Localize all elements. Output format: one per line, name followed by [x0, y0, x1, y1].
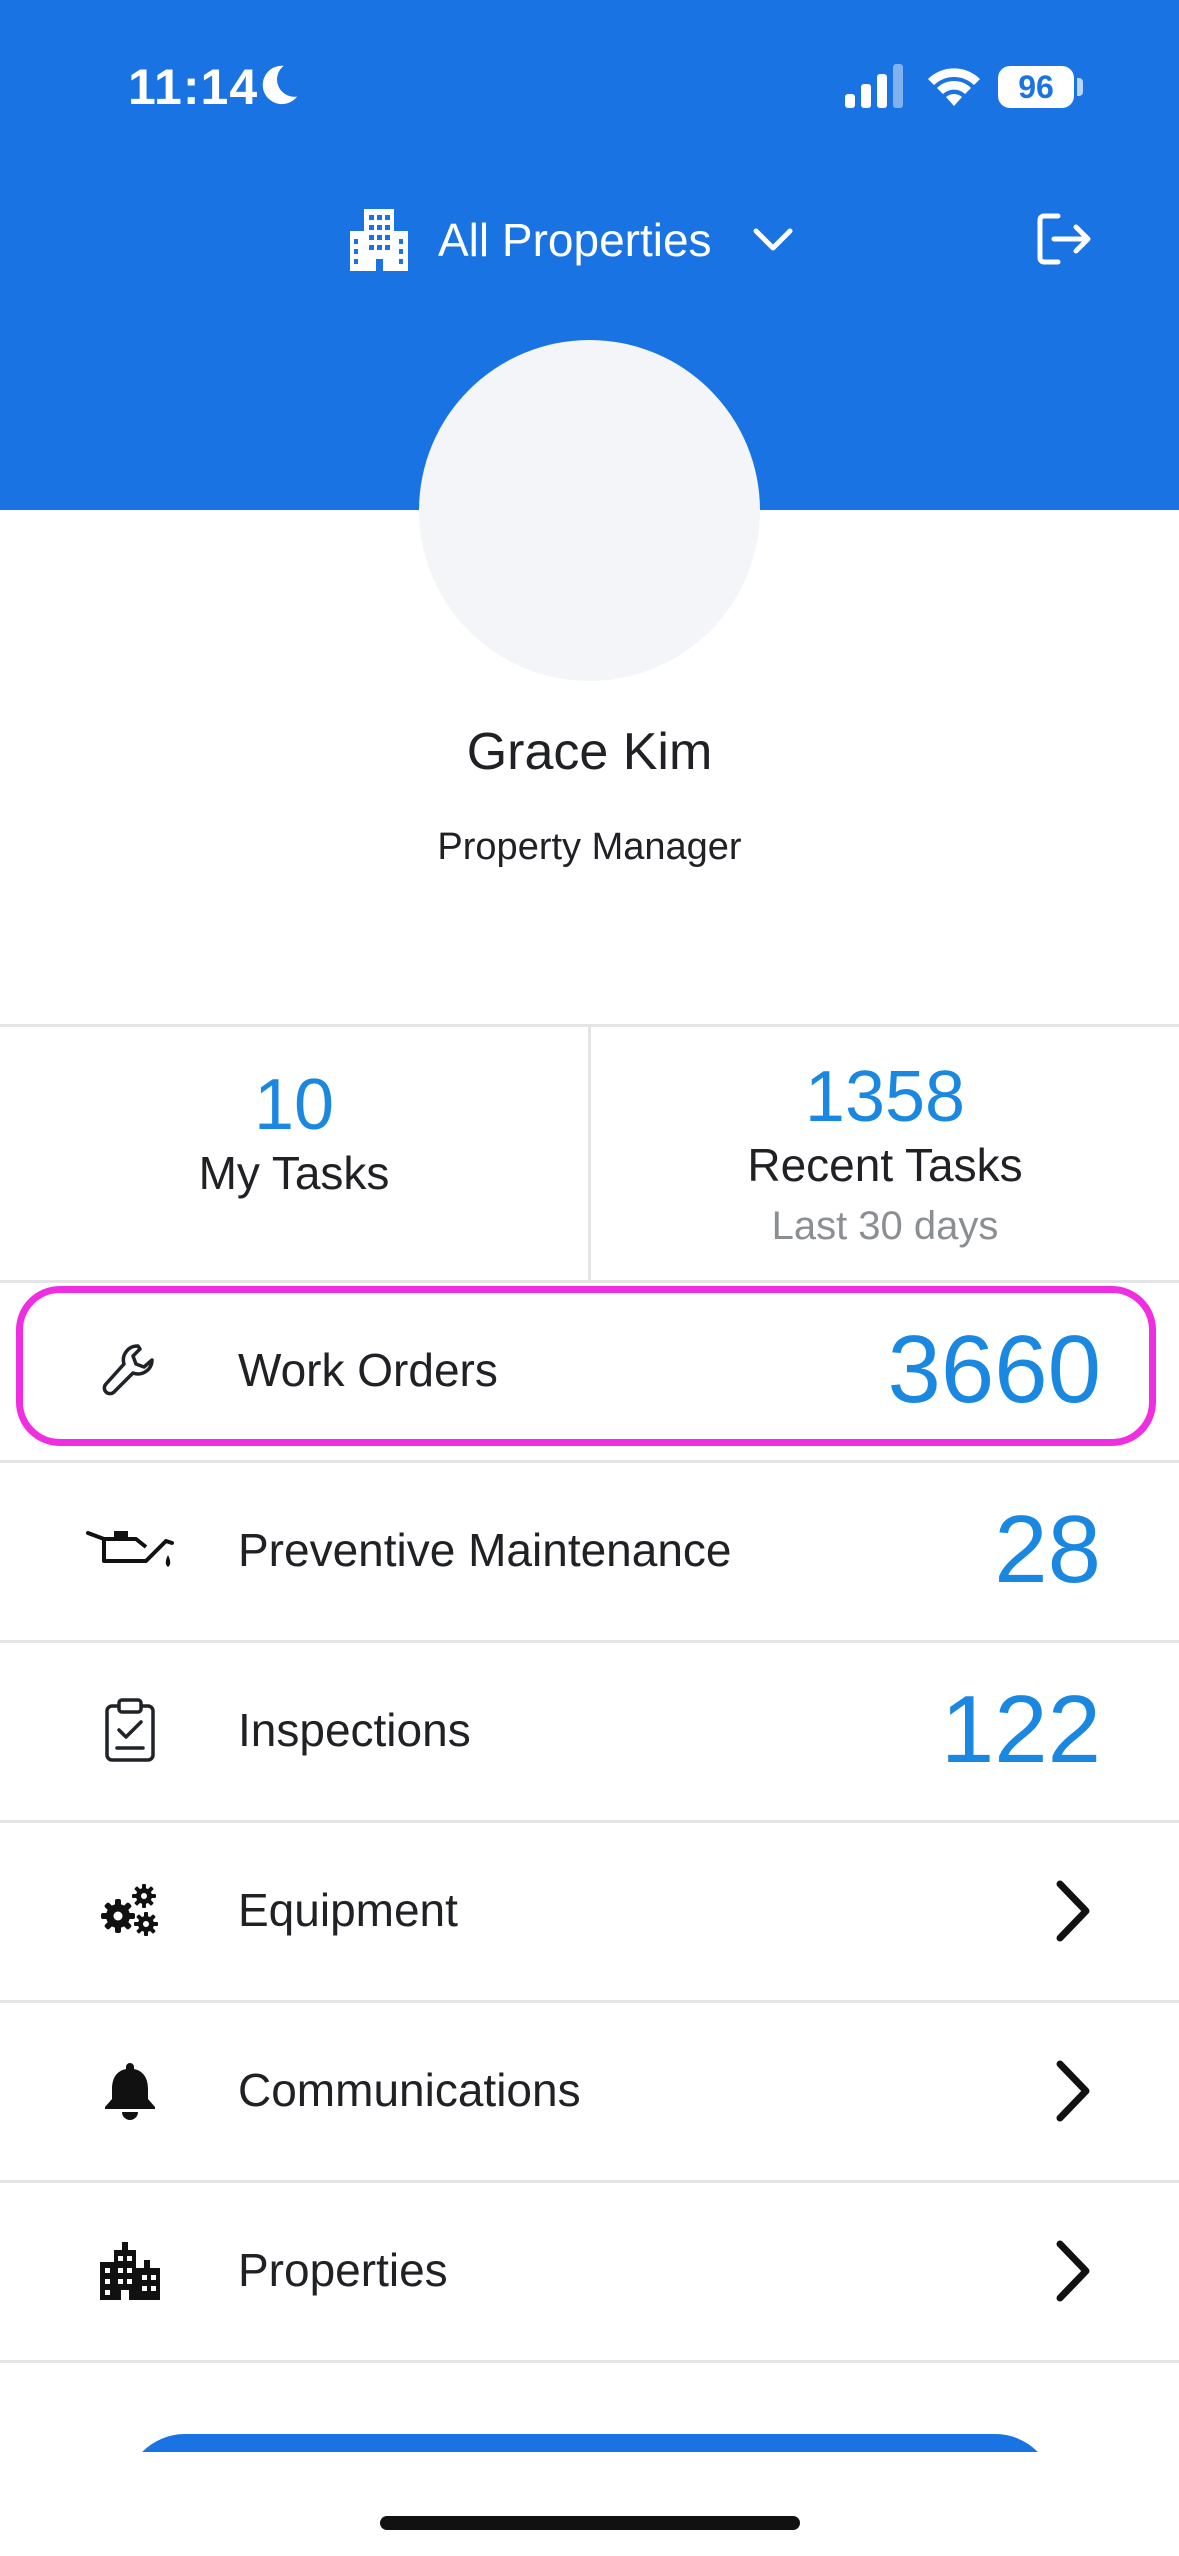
chevron-down-icon: [753, 228, 793, 251]
menu-item-communications[interactable]: Communications: [0, 2000, 1179, 2180]
menu-item-count: 28: [994, 1496, 1101, 1603]
bottom-safe-area: [0, 2452, 1179, 2556]
battery-nub: [1077, 78, 1083, 96]
menu-item-inspections[interactable]: Inspections 122: [0, 1640, 1179, 1820]
menu-item-label: Communications: [238, 2064, 581, 2116]
menu-item-label: Equipment: [238, 1884, 458, 1936]
avatar[interactable]: [419, 340, 760, 681]
home-indicator[interactable]: [380, 2516, 800, 2530]
my-tasks-label: My Tasks: [198, 1147, 390, 1199]
cellular-signal-icon: [845, 64, 903, 108]
menu-item-label: Inspections: [238, 1704, 471, 1756]
chevron-right-icon: [1056, 2060, 1090, 2122]
wifi-icon: [928, 68, 980, 106]
gears-icon: [86, 1875, 174, 1945]
buildings-icon: [350, 209, 408, 271]
battery-indicator: 96: [998, 66, 1074, 108]
divider: [0, 2360, 1179, 2363]
clipboard-check-icon: [86, 1695, 174, 1765]
property-selector[interactable]: All Properties: [350, 200, 794, 280]
highlight-outline: [16, 1286, 1156, 1446]
recent-tasks-period: Last 30 days: [771, 1204, 999, 1248]
user-name: Grace Kim: [466, 723, 713, 781]
recent-tasks-count: 1358: [804, 1057, 966, 1137]
menu-item-label: Properties: [238, 2244, 448, 2296]
my-tasks-count: 10: [253, 1065, 335, 1145]
recent-tasks-stat[interactable]: 1358 Recent Tasks Last 30 days: [591, 1026, 1179, 1280]
status-bar: 11:14 96: [0, 0, 1179, 180]
menu-item-properties[interactable]: Properties: [0, 2180, 1179, 2360]
chevron-right-icon: [1056, 1880, 1090, 1942]
user-role: Property Manager: [437, 826, 742, 868]
building-icon: [86, 2235, 174, 2305]
menu-item-count: 122: [940, 1676, 1101, 1783]
oil-can-icon: [86, 1515, 174, 1585]
status-time: 11:14: [128, 59, 259, 115]
menu-item-equipment[interactable]: Equipment: [0, 1820, 1179, 2000]
property-selector-label: All Properties: [438, 214, 712, 266]
menu-item-label: Preventive Maintenance: [238, 1524, 732, 1576]
logout-icon[interactable]: [1034, 210, 1094, 268]
recent-tasks-label: Recent Tasks: [747, 1139, 1023, 1191]
my-tasks-stat[interactable]: 10 My Tasks: [0, 1026, 588, 1280]
menu-item-preventive-maintenance[interactable]: Preventive Maintenance 28: [0, 1460, 1179, 1640]
bell-icon: [86, 2055, 174, 2125]
chevron-right-icon: [1056, 2240, 1090, 2302]
moon-icon: [262, 65, 298, 105]
